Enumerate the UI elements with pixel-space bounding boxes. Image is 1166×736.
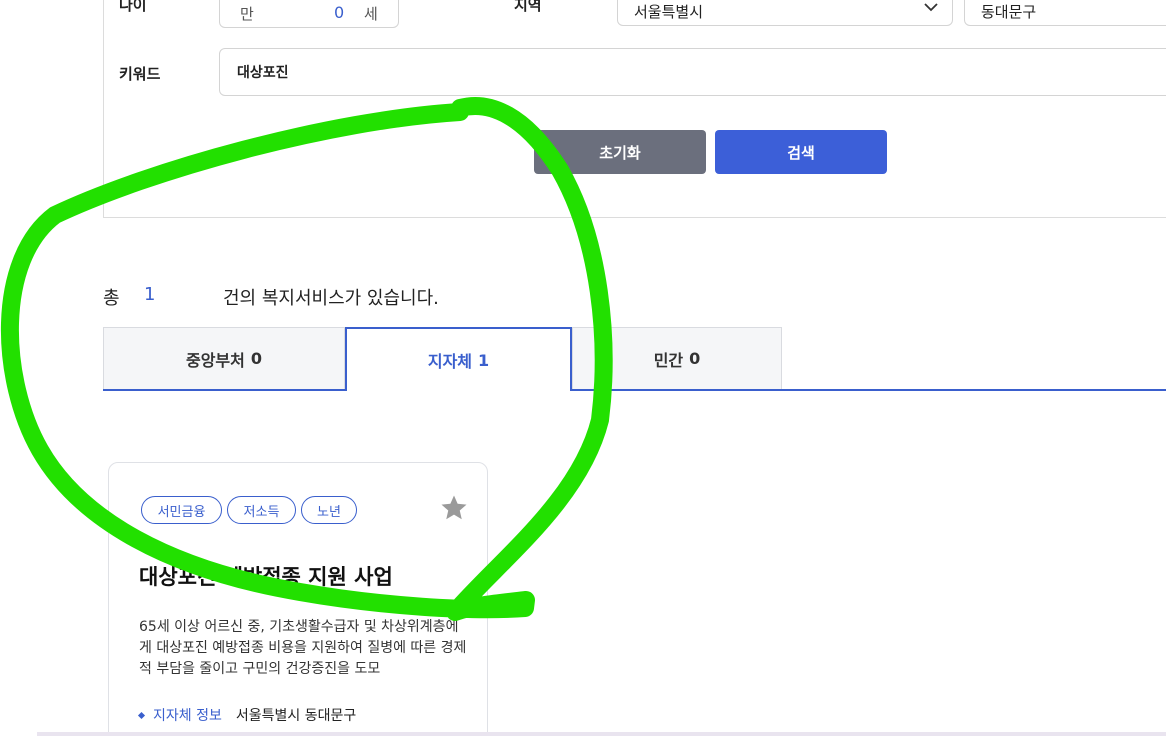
card-tag[interactable]: 서민금융 [141, 496, 222, 524]
summary-count: 1 [144, 284, 156, 305]
card-info: 지자체 정보 서울특별시 동대문구 [137, 705, 357, 725]
age-unit-prefix: 만 [240, 5, 254, 23]
tab-label: 지자체 [427, 352, 473, 371]
tab-label: 중앙부처 [185, 350, 245, 370]
age-unit-suffix: 세 [364, 5, 378, 23]
tab-central-ministry[interactable]: 중앙부처 0 [103, 327, 345, 389]
age-value[interactable]: 0 [334, 3, 344, 22]
card-info-label: 지자체 정보 [153, 708, 222, 724]
summary-suffix: 건의 복지서비스가 있습니다. [223, 288, 439, 309]
age-input[interactable]: 만 0 세 [219, 0, 399, 28]
service-card[interactable]: 서민금융 저소득 노년 대상포진 예방접종 지원 사업 65세 이상 어르신 중… [108, 462, 488, 736]
star-icon[interactable] [439, 493, 469, 523]
tab-count: 0 [689, 349, 701, 368]
district-select[interactable]: 동대문구 [964, 0, 1166, 26]
search-filter-panel [103, 0, 1166, 218]
keyword-input[interactable] [219, 48, 1166, 96]
card-tag[interactable]: 저소득 [227, 496, 296, 524]
diamond-bullet-icon [137, 711, 146, 719]
summary-prefix: 총 [103, 288, 120, 309]
bottom-divider [37, 732, 1166, 736]
region-select-value: 서울특별시 [634, 3, 704, 21]
tab-count: 1 [478, 350, 490, 370]
card-description: 65세 이상 어르신 중, 기초생활수급자 및 차상위계층에게 대상포진 예방접… [139, 619, 467, 677]
age-label: 나이 [119, 0, 147, 14]
card-info-value: 서울특별시 동대문구 [235, 708, 357, 724]
tab-underline [103, 389, 1166, 391]
region-label: 지역 [514, 0, 542, 14]
keyword-label: 키워드 [119, 65, 161, 83]
reset-button[interactable]: 초기화 [534, 130, 706, 174]
card-title[interactable]: 대상포진 예방접종 지원 사업 [139, 561, 393, 591]
tab-local-government[interactable]: 지자체 1 [345, 327, 572, 391]
tab-label: 민간 [653, 350, 684, 370]
tab-count: 0 [250, 349, 263, 368]
card-tag[interactable]: 노년 [301, 496, 357, 524]
search-button[interactable]: 검색 [715, 130, 887, 174]
chevron-down-icon [924, 3, 938, 12]
district-select-value: 동대문구 [981, 3, 1037, 21]
tab-private[interactable]: 민간 0 [572, 327, 782, 389]
region-select[interactable]: 서울특별시 [617, 0, 953, 26]
